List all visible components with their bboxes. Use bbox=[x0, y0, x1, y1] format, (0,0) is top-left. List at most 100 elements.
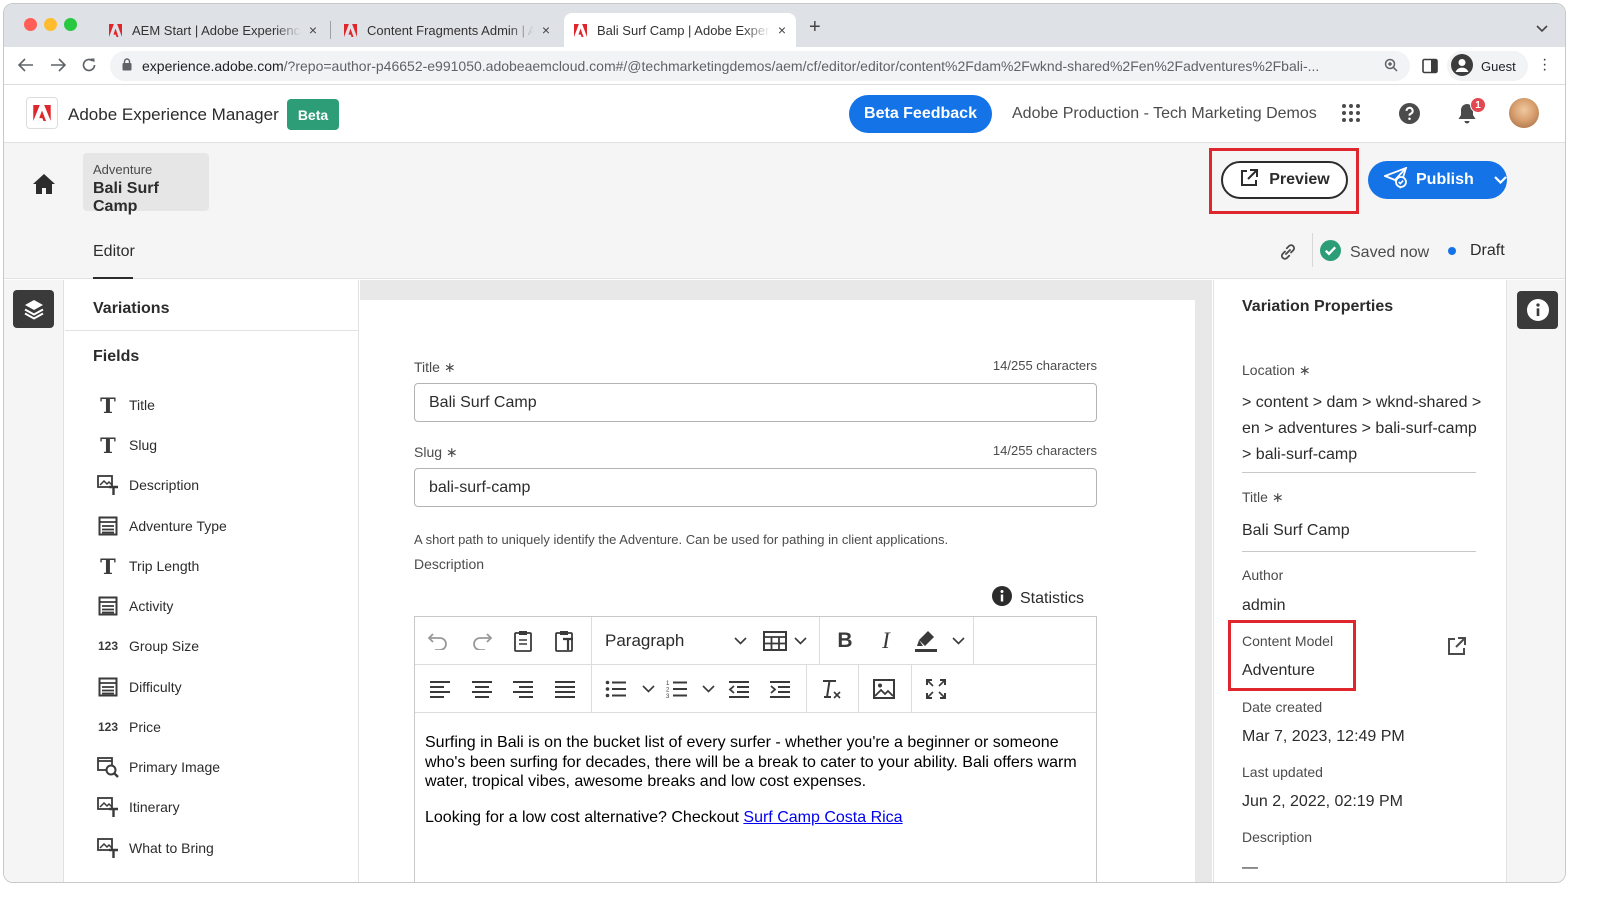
publish-button[interactable]: Publish bbox=[1368, 161, 1507, 199]
italic-icon[interactable]: I bbox=[873, 628, 899, 653]
back-arrow-icon[interactable] bbox=[17, 57, 34, 77]
variations-heading[interactable]: Variations bbox=[93, 300, 169, 318]
user-avatar[interactable] bbox=[1509, 98, 1539, 128]
url-path: /?repo=author-p46652-e991050.adobeaemclo… bbox=[283, 58, 1320, 74]
org-switcher[interactable]: Adobe Production - Tech Marketing Demos bbox=[1012, 105, 1317, 123]
redo-icon[interactable] bbox=[469, 629, 495, 653]
slug-input[interactable]: bali-surf-camp bbox=[414, 468, 1097, 507]
field-item-what-to-bring[interactable]: What to Bring bbox=[97, 837, 214, 859]
insert-image-icon[interactable] bbox=[871, 677, 897, 701]
table-icon[interactable] bbox=[762, 629, 788, 653]
statistics-button[interactable]: Statistics bbox=[992, 586, 1084, 611]
copy-link-icon[interactable] bbox=[1277, 241, 1299, 268]
adobe-favicon-icon bbox=[344, 23, 357, 37]
reload-icon[interactable] bbox=[81, 57, 97, 78]
open-model-external-icon[interactable] bbox=[1447, 636, 1467, 661]
notification-count-badge: 1 bbox=[1470, 97, 1486, 113]
bold-icon[interactable]: B bbox=[832, 629, 858, 653]
tab-search-chevron-icon[interactable] bbox=[1536, 20, 1548, 38]
browser-toolbar: experience.adobe.com /?repo=author-p4665… bbox=[4, 47, 1565, 85]
chevron-down-icon[interactable] bbox=[695, 677, 721, 701]
close-window-button[interactable] bbox=[24, 18, 37, 31]
content-reference-icon bbox=[97, 756, 119, 778]
home-icon[interactable] bbox=[32, 173, 56, 200]
app-switcher-grid-icon[interactable] bbox=[1341, 103, 1361, 128]
highlight-color-icon[interactable] bbox=[913, 629, 939, 653]
fields-heading: Fields bbox=[93, 348, 140, 365]
indent-icon[interactable] bbox=[767, 677, 793, 701]
chevron-down-icon[interactable] bbox=[787, 629, 813, 653]
help-icon[interactable] bbox=[1399, 103, 1420, 129]
breadcrumb[interactable]: Adventure Bali Surf Camp bbox=[83, 153, 209, 215]
paragraph-format-select[interactable]: Paragraph bbox=[605, 631, 684, 651]
field-item-slug[interactable]: T Slug bbox=[97, 433, 157, 458]
paste-icon[interactable] bbox=[510, 629, 536, 653]
browser-tab-aem-start[interactable]: AEM Start | Adobe Experience Manager × bbox=[99, 13, 327, 47]
title-input[interactable]: Bali Surf Camp bbox=[414, 383, 1097, 422]
field-item-trip-length[interactable]: T Trip Length bbox=[97, 554, 199, 579]
field-item-itinerary[interactable]: Itinerary bbox=[97, 796, 180, 818]
field-item-title[interactable]: T Title bbox=[97, 393, 155, 418]
field-item-activity[interactable]: Activity bbox=[97, 595, 173, 617]
content-model-value: Adventure bbox=[1242, 662, 1315, 679]
zoom-icon[interactable] bbox=[1384, 58, 1398, 75]
undo-icon[interactable] bbox=[425, 629, 451, 653]
tab-close-icon[interactable]: × bbox=[778, 22, 786, 38]
outdent-icon[interactable] bbox=[726, 677, 752, 701]
sidebar-toggle-icon[interactable] bbox=[1422, 58, 1438, 79]
chevron-down-icon[interactable] bbox=[1494, 171, 1507, 189]
tab-close-icon[interactable]: × bbox=[309, 22, 317, 38]
paste-as-text-icon[interactable] bbox=[552, 629, 578, 653]
new-tab-button[interactable]: + bbox=[809, 16, 821, 39]
svg-text:1: 1 bbox=[666, 681, 670, 687]
zoom-window-button[interactable] bbox=[64, 18, 77, 31]
fullscreen-icon[interactable] bbox=[923, 677, 949, 701]
last-updated-value: Jun 2, 2022, 02:19 PM bbox=[1242, 793, 1403, 810]
checkmark-circle-icon bbox=[1320, 240, 1341, 266]
adobe-logo-icon[interactable] bbox=[26, 97, 58, 129]
minimize-window-button[interactable] bbox=[44, 18, 57, 31]
browser-menu-icon[interactable]: · · · bbox=[1542, 52, 1547, 78]
editor-toolbar: Adventure Bali Surf Camp Preview Publish… bbox=[4, 143, 1565, 279]
tab-close-icon[interactable]: × bbox=[542, 22, 550, 38]
chevron-down-icon[interactable] bbox=[727, 629, 753, 653]
rich-text-editor[interactable]: Paragraph B I 1 2 3 Surfing in Bali is o… bbox=[414, 616, 1097, 882]
field-item-description[interactable]: Description bbox=[97, 474, 199, 496]
browser-tab-bali-surf-camp[interactable]: Bali Surf Camp | Adobe Experience Manage… bbox=[564, 13, 796, 47]
justify-icon[interactable] bbox=[552, 677, 578, 701]
numbered-list-icon[interactable]: 123 bbox=[664, 677, 690, 701]
forward-arrow-icon[interactable] bbox=[50, 57, 67, 77]
profile-button[interactable]: Guest bbox=[1447, 51, 1528, 81]
align-center-icon[interactable] bbox=[469, 677, 495, 701]
title-char-count: 14/255 characters bbox=[992, 358, 1097, 373]
browser-tab-cf-admin[interactable]: Content Fragments Admin | Adobe Experien… bbox=[334, 13, 560, 47]
url-bar[interactable]: experience.adobe.com /?repo=author-p4665… bbox=[110, 51, 1410, 81]
chevron-down-icon[interactable] bbox=[945, 629, 971, 653]
author-value: admin bbox=[1242, 597, 1286, 614]
tab-editor[interactable]: Editor bbox=[93, 243, 135, 261]
preview-button[interactable]: Preview bbox=[1221, 161, 1348, 199]
layers-toggle-button[interactable] bbox=[13, 290, 54, 328]
clear-format-icon[interactable] bbox=[818, 677, 844, 701]
align-right-icon[interactable] bbox=[510, 677, 536, 701]
chevron-down-icon[interactable] bbox=[635, 677, 661, 701]
surf-camp-costa-rica-link[interactable]: Surf Camp Costa Rica bbox=[743, 809, 902, 826]
toolbar-divider bbox=[1312, 233, 1313, 267]
beta-feedback-button[interactable]: Beta Feedback bbox=[849, 95, 992, 133]
enumeration-icon bbox=[97, 515, 119, 537]
properties-toggle-button[interactable] bbox=[1517, 291, 1558, 329]
align-left-icon[interactable] bbox=[427, 677, 453, 701]
rte-content[interactable]: Surfing in Bali is on the bucket list of… bbox=[425, 733, 1085, 827]
field-item-price[interactable]: 123 Price bbox=[97, 716, 161, 738]
open-external-icon bbox=[1239, 168, 1259, 193]
bullet-list-icon[interactable] bbox=[603, 677, 629, 701]
field-item-difficulty[interactable]: Difficulty bbox=[97, 676, 182, 698]
browser-window: AEM Start | Adobe Experience Manager × C… bbox=[3, 3, 1566, 883]
draft-status: Draft bbox=[1448, 242, 1505, 260]
beta-badge: Beta bbox=[287, 99, 339, 130]
field-item-primary-image[interactable]: Primary Image bbox=[97, 756, 220, 778]
field-item-adventure-type[interactable]: Adventure Type bbox=[97, 515, 227, 537]
breadcrumb-model: Adventure bbox=[93, 162, 153, 177]
field-item-group-size[interactable]: 123 Group Size bbox=[97, 635, 199, 657]
enumeration-icon bbox=[97, 595, 119, 617]
